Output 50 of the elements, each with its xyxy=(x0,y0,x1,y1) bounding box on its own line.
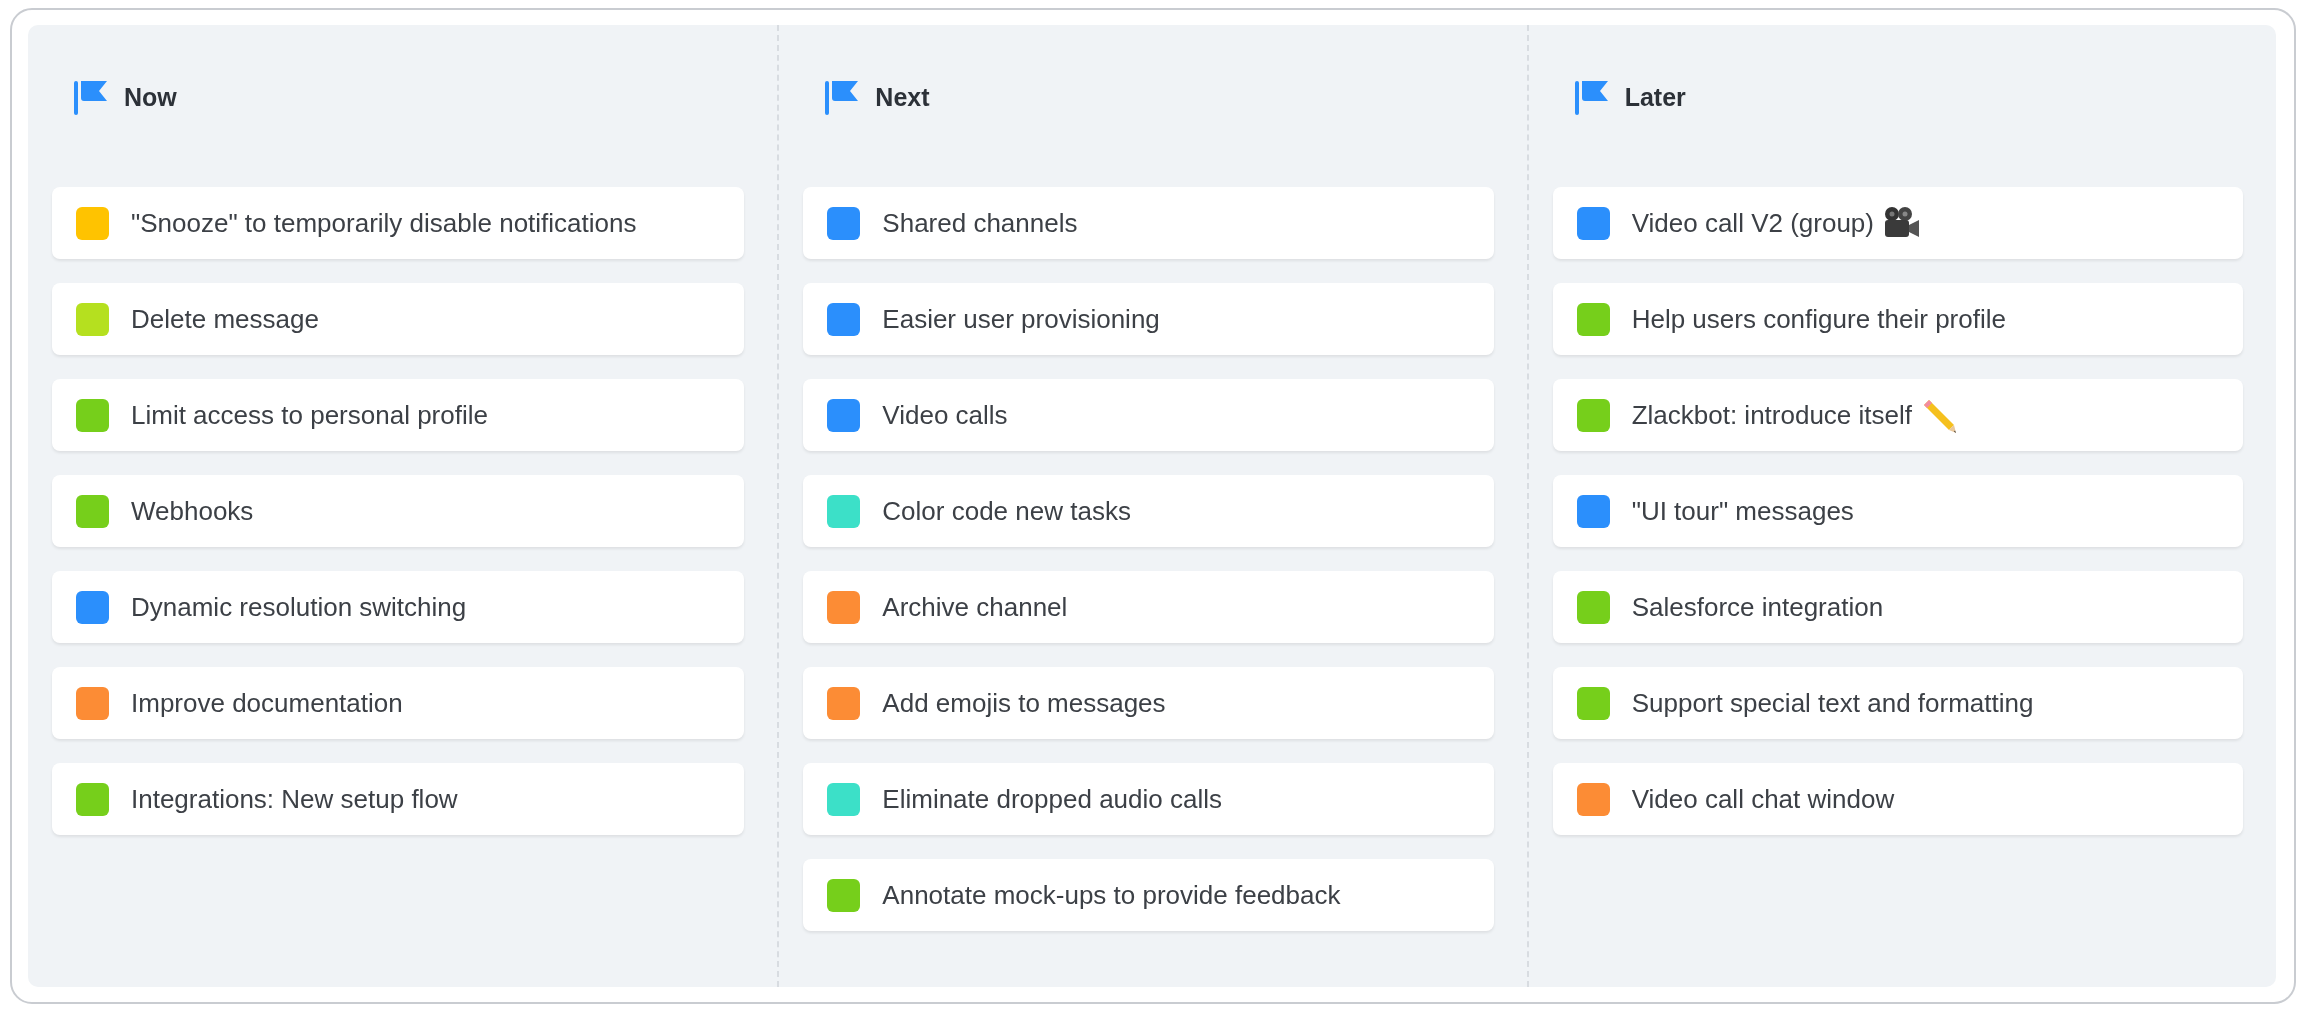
task-card[interactable]: Shared channels xyxy=(803,187,1494,259)
task-title: Color code new tasks xyxy=(882,495,1131,527)
task-title: Video calls xyxy=(882,399,1008,431)
task-card[interactable]: Salesforce integration xyxy=(1552,571,2243,643)
task-card[interactable]: Video call chat window xyxy=(1552,763,2243,835)
task-title: Add emojis to messages xyxy=(882,687,1166,719)
task-card[interactable]: Webhooks xyxy=(52,475,745,547)
task-card[interactable]: Eliminate dropped audio calls xyxy=(803,763,1494,835)
column-title: Now xyxy=(124,82,177,112)
task-title: "Snooze" to temporarily disable notifications xyxy=(131,207,637,239)
task-title: Support special text and formatting xyxy=(1631,687,2034,719)
task-title: "UI tour" messages xyxy=(1631,495,1854,527)
task-card[interactable]: Color code new tasks xyxy=(803,475,1494,547)
task-title: Help users configure their profile xyxy=(1631,303,2006,335)
task-card[interactable]: Annotate mock-ups to provide feedback xyxy=(803,859,1494,931)
task-title: Archive channel xyxy=(882,591,1068,623)
task-card[interactable]: Easier user provisioning xyxy=(803,283,1494,355)
task-title: Limit access to personal profile xyxy=(131,399,488,431)
task-title: Salesforce integration xyxy=(1631,591,1884,623)
flag-icon xyxy=(1574,79,1609,115)
task-title: Easier user provisioning xyxy=(882,303,1160,335)
task-title: Improve documentation xyxy=(131,687,403,719)
task-title: Eliminate dropped audio calls xyxy=(882,783,1222,815)
task-title: Dynamic resolution switching xyxy=(131,591,467,623)
task-title: Delete message xyxy=(131,303,319,335)
task-title: Annotate mock-ups to provide feedback xyxy=(882,879,1341,911)
task-card[interactable]: Video call V2 (group) xyxy=(1552,187,2243,259)
flag-icon xyxy=(74,79,108,115)
task-card[interactable]: Improve documentation xyxy=(52,667,745,739)
task-title: Shared channels xyxy=(882,207,1078,239)
flag-icon xyxy=(825,79,860,115)
task-card[interactable]: Integrations: New setup flow xyxy=(52,763,745,835)
task-card[interactable]: Zlackbot: introduce itself xyxy=(1552,379,2243,451)
task-card[interactable]: Video calls xyxy=(803,379,1494,451)
task-card[interactable]: Dynamic resolution switching xyxy=(52,571,745,643)
column-title: Next xyxy=(875,82,930,112)
task-title: Integrations: New setup flow xyxy=(131,783,458,815)
task-card[interactable]: Support special text and formatting xyxy=(1552,667,2243,739)
task-card[interactable]: Limit access to personal profile xyxy=(52,379,745,451)
task-title: Video call V2 (group) xyxy=(1631,207,1874,239)
task-card[interactable]: "Snooze" to temporarily disable notifications xyxy=(52,187,745,259)
task-card[interactable]: Delete message xyxy=(52,283,745,355)
task-card[interactable]: Help users configure their profile xyxy=(1552,283,2243,355)
task-title: Webhooks xyxy=(131,495,254,527)
task-card[interactable]: Add emojis to messages xyxy=(803,667,1494,739)
task-title: Video call chat window xyxy=(1631,783,1895,815)
task-title: Zlackbot: introduce itself xyxy=(1631,399,1912,431)
task-card[interactable]: Archive channel xyxy=(803,571,1494,643)
column-title: Later xyxy=(1624,82,1686,112)
task-card[interactable]: "UI tour" messages xyxy=(1552,475,2243,547)
